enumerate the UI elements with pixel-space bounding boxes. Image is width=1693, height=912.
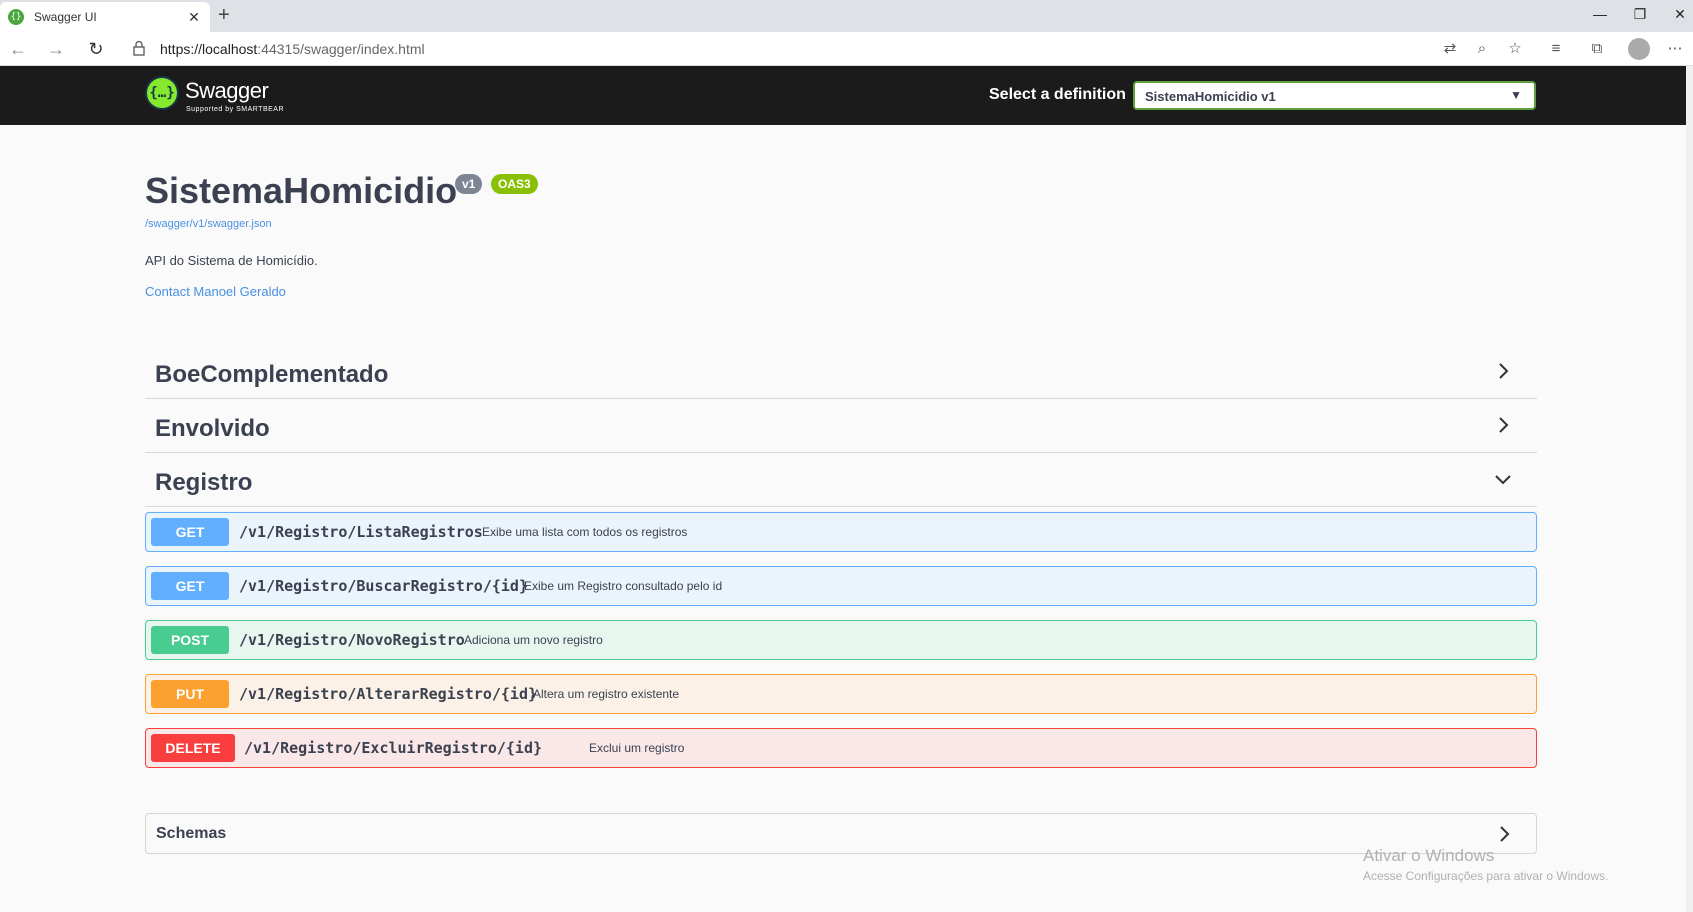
swagger-json-link[interactable]: /swagger/v1/swagger.json bbox=[145, 218, 272, 230]
tag-label: Registro bbox=[155, 469, 253, 496]
method-badge: GET bbox=[151, 518, 229, 546]
chevron-right-icon bbox=[1500, 826, 1510, 842]
operation-get-lista-registros[interactable]: GET /v1/Registro/ListaRegistros Exibe um… bbox=[145, 512, 1537, 552]
operation-path: /v1/Registro/BuscarRegistro/{id} bbox=[239, 577, 528, 595]
read-aloud-icon[interactable]: ⇄ bbox=[1440, 39, 1460, 59]
chevron-right-icon bbox=[1499, 417, 1509, 433]
chevron-right-icon bbox=[1499, 363, 1509, 379]
operation-delete-excluir-registro[interactable]: DELETE /v1/Registro/ExcluirRegistro/{id}… bbox=[145, 728, 1537, 768]
operation-path: /v1/Registro/NovoRegistro bbox=[239, 631, 465, 649]
operation-summary: Exibe uma lista com todos os registros bbox=[482, 525, 688, 539]
swagger-logo-icon[interactable]: {…} bbox=[145, 76, 179, 110]
version-badge: v1 bbox=[455, 174, 483, 194]
api-description: API do Sistema de Homicídio. bbox=[145, 253, 318, 268]
more-menu-icon[interactable]: ⋯ bbox=[1665, 39, 1685, 59]
operation-summary: Altera um registro existente bbox=[533, 687, 680, 701]
url-field[interactable]: https://localhost:44315/swagger/index.ht… bbox=[160, 41, 425, 57]
new-tab-button[interactable]: + bbox=[218, 4, 230, 27]
url-path: :44315/swagger/index.html bbox=[257, 41, 425, 57]
contact-link[interactable]: Contact Manoel Geraldo bbox=[145, 284, 286, 299]
tab-close-icon[interactable]: ✕ bbox=[186, 9, 202, 26]
operation-path: /v1/Registro/ListaRegistros bbox=[239, 523, 483, 541]
api-title: SistemaHomicidio bbox=[145, 170, 458, 211]
refresh-icon[interactable]: ↻ bbox=[84, 37, 108, 61]
method-badge: DELETE bbox=[151, 734, 235, 762]
restore-button[interactable]: ❐ bbox=[1620, 2, 1660, 26]
tab-title: Swagger UI bbox=[34, 10, 97, 24]
chevron-down-icon: ▼ bbox=[1510, 88, 1522, 102]
operation-path: /v1/Registro/ExcluirRegistro/{id} bbox=[244, 739, 543, 757]
tag-label: Envolvido bbox=[155, 415, 270, 442]
tag-boecomplementado[interactable]: BoeComplementado bbox=[145, 347, 1537, 399]
forward-icon[interactable]: → bbox=[44, 37, 68, 61]
operation-post-novo-registro[interactable]: POST /v1/Registro/NovoRegistro Adiciona … bbox=[145, 620, 1537, 660]
operation-get-buscar-registro[interactable]: GET /v1/Registro/BuscarRegistro/{id} Exi… bbox=[145, 566, 1537, 606]
schemas-label: Schemas bbox=[156, 825, 227, 842]
url-host: https://localhost bbox=[160, 41, 258, 57]
oas-badge: OAS3 bbox=[491, 174, 538, 194]
operation-path: /v1/Registro/AlterarRegistro/{id} bbox=[239, 685, 538, 703]
favorite-star-icon[interactable]: ☆ bbox=[1505, 39, 1525, 59]
zoom-icon[interactable]: ⌕ bbox=[1472, 39, 1492, 59]
method-badge: GET bbox=[151, 572, 229, 600]
profile-avatar[interactable] bbox=[1628, 38, 1650, 60]
tag-label: BoeComplementado bbox=[155, 361, 389, 388]
browser-tabstrip: {} Swagger UI ✕ + — ❐ ✕ bbox=[0, 0, 1693, 32]
operation-put-alterar-registro[interactable]: PUT /v1/Registro/AlterarRegistro/{id} Al… bbox=[145, 674, 1537, 714]
windows-activation-text: Acesse Configurações para ativar o Windo… bbox=[1363, 869, 1609, 883]
logo-text: Swagger bbox=[185, 78, 269, 103]
vertical-scrollbar[interactable] bbox=[1686, 66, 1693, 912]
definition-select-value: SistemaHomicidio v1 bbox=[1145, 89, 1276, 104]
tag-envolvido[interactable]: Envolvido bbox=[145, 401, 1537, 453]
operation-summary: Adiciona um novo registro bbox=[464, 633, 603, 647]
tag-registro[interactable]: Registro bbox=[145, 455, 1537, 507]
logo-subtitle: Supported by SMARTBEAR bbox=[186, 106, 285, 113]
swagger-favicon-icon: {} bbox=[8, 9, 24, 25]
address-bar: ← → ↻ https://localhost:44315/swagger/in… bbox=[0, 32, 1693, 66]
operation-summary: Exibe um Registro consultado pelo id bbox=[524, 579, 723, 593]
method-badge: PUT bbox=[151, 680, 229, 708]
minimize-button[interactable]: — bbox=[1580, 2, 1620, 26]
definition-select[interactable]: SistemaHomicidio v1 ▼ bbox=[1133, 81, 1536, 110]
method-badge: POST bbox=[151, 626, 229, 654]
favorites-list-icon[interactable]: ≡ bbox=[1546, 39, 1566, 59]
collections-icon[interactable]: ⧉ bbox=[1587, 39, 1607, 59]
back-icon[interactable]: ← bbox=[6, 37, 30, 61]
close-window-button[interactable]: ✕ bbox=[1660, 2, 1693, 26]
schemas-section[interactable]: Schemas bbox=[145, 813, 1537, 854]
browser-tab[interactable]: {} Swagger UI ✕ bbox=[0, 2, 210, 32]
chevron-down-icon bbox=[1495, 475, 1511, 485]
windows-activation-title: Ativar o Windows bbox=[1363, 846, 1495, 865]
lock-icon[interactable] bbox=[133, 40, 145, 56]
select-definition-label: Select a definition bbox=[989, 86, 1126, 103]
operation-summary: Exclui um registro bbox=[589, 741, 685, 755]
